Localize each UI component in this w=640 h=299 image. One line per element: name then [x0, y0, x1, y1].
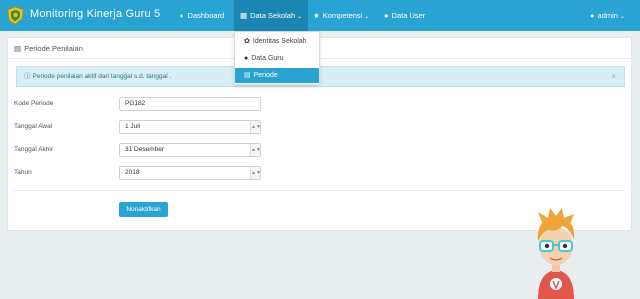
- alert-text: Periode penilaian aktif dari tanggal s.d…: [32, 73, 172, 80]
- tanggal-akhir-select[interactable]: 31 Desember ▲▼: [119, 143, 261, 157]
- panel-title: ▤ Periode Penilaian: [14, 44, 83, 53]
- user-icon: ●: [244, 55, 249, 62]
- nonaktifkan-button[interactable]: Nonaktifkan: [119, 202, 168, 217]
- dropdown-item-periode[interactable]: ▤ Periode: [235, 68, 319, 83]
- star-icon: ★: [313, 11, 320, 20]
- tahun-value: 2018: [125, 169, 140, 176]
- emblem-icon[interactable]: [6, 6, 25, 25]
- data-sekolah-dropdown: ✿ Identitas Sekolah ● Data Guru ▤ Periode: [234, 31, 320, 85]
- mascot-character-icon: [536, 208, 576, 299]
- dropdown-item-label: Data Guru: [251, 55, 284, 62]
- nav-kompetensi[interactable]: ★ Kompetensi ⌄: [313, 0, 369, 31]
- nav-dashboard-label: Dashboard: [187, 11, 225, 20]
- user-icon: ●: [384, 11, 389, 20]
- user-icon: ●: [590, 11, 595, 20]
- dropdown-item-identitas-sekolah[interactable]: ✿ Identitas Sekolah: [235, 34, 319, 49]
- kode-periode-label: Kode Periode: [14, 100, 54, 107]
- user-menu[interactable]: ● admin ⌄: [590, 0, 625, 31]
- tanggal-awal-label: Tanggal Awal: [14, 123, 53, 130]
- grid-icon: ▦: [240, 11, 248, 20]
- info-alert: ⓘ Periode penilaian aktif dari tanggal s.…: [16, 66, 625, 87]
- chevron-down-icon: ⌄: [364, 14, 370, 20]
- panel-title-text: Periode Penilaian: [24, 44, 83, 53]
- dropdown-item-label: Periode: [253, 72, 278, 79]
- chevron-down-icon: ⌄: [619, 14, 625, 20]
- nav-data-sekolah-label: Data Sekolah: [250, 11, 296, 20]
- chevron-down-icon: ⌄: [297, 14, 303, 20]
- top-navbar: Monitoring Kinerja Guru 5 ◐ Dashboard ▦ Da…: [0, 0, 640, 31]
- tanggal-akhir-label: Tanggal Akhir: [14, 146, 54, 153]
- chevron-down-icon: ▲▼: [250, 144, 261, 156]
- close-icon[interactable]: ×: [611, 67, 616, 86]
- nav-data-user-label: Data User: [391, 11, 426, 20]
- leaf-icon: ✿: [244, 38, 250, 45]
- tanggal-awal-value: 1 Juli: [125, 123, 141, 130]
- tanggal-akhir-value: 31 Desember: [125, 146, 165, 153]
- tahun-select[interactable]: 2018 ▲▼: [119, 166, 261, 180]
- dropdown-item-label: Identitas Sekolah: [252, 38, 307, 45]
- divider: [14, 190, 625, 191]
- app-title[interactable]: Monitoring Kinerja Guru 5: [30, 8, 160, 20]
- calendar-icon: ▤: [244, 72, 251, 79]
- chevron-down-icon: ▲▼: [250, 167, 261, 179]
- nav-data-sekolah[interactable]: ▦ Data Sekolah ⌄: [234, 0, 309, 31]
- info-icon: ⓘ: [24, 73, 31, 80]
- dashboard-icon: ◐: [180, 11, 185, 20]
- calendar-icon: ▤: [14, 44, 22, 53]
- user-menu-label: admin: [597, 11, 618, 20]
- nav-kompetensi-label: Kompetensi: [322, 11, 363, 20]
- kode-periode-input[interactable]: PG182: [119, 97, 261, 111]
- nav-data-user[interactable]: ● Data User: [384, 0, 425, 31]
- dropdown-item-data-guru[interactable]: ● Data Guru: [235, 51, 319, 66]
- nav-dashboard[interactable]: ◐ Dashboard: [180, 0, 224, 31]
- tanggal-awal-select[interactable]: 1 Juli ▲▼: [119, 120, 261, 134]
- tahun-label: Tahun: [14, 169, 32, 176]
- chevron-down-icon: ▲▼: [250, 121, 261, 133]
